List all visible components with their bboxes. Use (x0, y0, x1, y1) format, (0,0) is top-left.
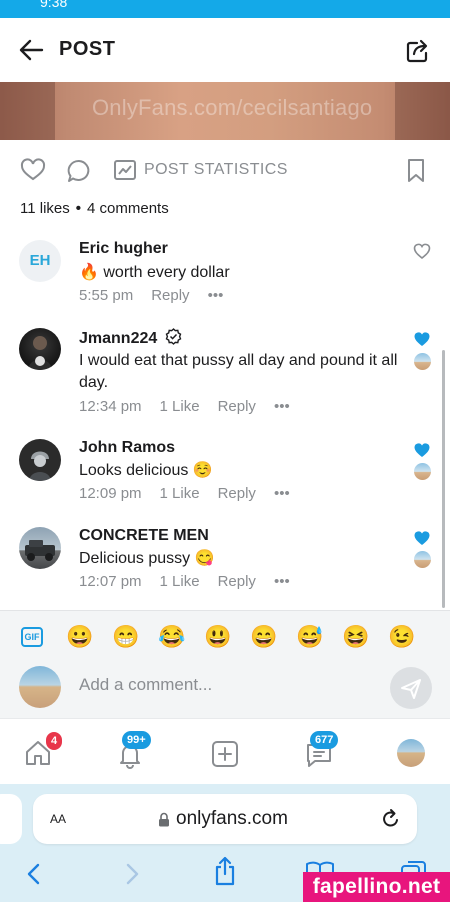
status-bar: 9:38 (0, 0, 450, 18)
avatar-figure-icon (28, 336, 52, 370)
site-watermark: fapellino.net (303, 872, 450, 902)
profile-avatar[interactable] (397, 739, 425, 767)
url-text[interactable]: onlyfans.com (176, 808, 288, 830)
reply-button[interactable]: Reply (218, 485, 256, 502)
statistics-icon[interactable] (113, 159, 137, 181)
emoji-button[interactable]: 😄 (250, 624, 277, 650)
comment-author[interactable]: CONCRETE MEN (79, 527, 209, 545)
share-icon[interactable] (404, 37, 432, 65)
comments-count[interactable]: 4 comments (87, 200, 169, 217)
post-actions: POST STATISTICS (0, 140, 450, 198)
media-edge-shadow (395, 82, 450, 140)
emoji-button[interactable]: 😅 (296, 624, 323, 650)
heart-filled-icon[interactable] (413, 441, 431, 459)
comment-icon[interactable] (66, 158, 92, 184)
heart-outline-icon[interactable] (413, 242, 431, 260)
more-options-icon[interactable]: ••• (274, 573, 290, 590)
comment-time: 12:34 pm (79, 398, 142, 415)
comment-text: Delicious pussy 😋 (79, 550, 215, 567)
emoji-button[interactable]: 😆 (342, 624, 369, 650)
truck-icon (25, 540, 55, 561)
messages-badge: 677 (310, 731, 339, 749)
comment-time: 5:55 pm (79, 287, 134, 304)
avatar[interactable] (19, 527, 61, 569)
arrow-left-icon[interactable] (18, 38, 44, 62)
heart-filled-icon[interactable] (413, 529, 431, 547)
emoji-button[interactable]: 😉 (388, 624, 415, 650)
emoji-button[interactable]: 😀 (66, 624, 93, 650)
comment-author-name: Jmann224 (79, 330, 158, 347)
browser-share-icon[interactable] (213, 856, 237, 886)
comment-time: 12:07 pm (79, 573, 142, 590)
previous-tab-preview[interactable] (0, 794, 22, 844)
creator-like-avatar (414, 551, 431, 568)
add-post-icon[interactable] (211, 740, 239, 768)
avatar[interactable] (19, 439, 61, 481)
comment-input[interactable]: Add a comment... (79, 675, 212, 695)
media-edge-shadow (0, 82, 55, 140)
heart-icon[interactable] (20, 158, 46, 182)
more-options-icon[interactable]: ••• (274, 398, 290, 415)
comment-composer: Add a comment... (0, 664, 450, 718)
comment-time: 12:09 pm (79, 485, 142, 502)
text-size-button[interactable]: AA (50, 810, 66, 828)
browser-back-icon[interactable] (24, 862, 44, 886)
more-options-icon[interactable]: ••• (274, 485, 290, 502)
emoji-button[interactable]: 😂 (158, 624, 185, 650)
comment-likes[interactable]: 1 Like (160, 398, 200, 415)
comment-text: Looks delicious ☺️ (79, 462, 213, 479)
comment-likes[interactable]: 1 Like (160, 573, 200, 590)
address-bar[interactable]: AA onlyfans.com (33, 794, 417, 844)
post-statistics-button[interactable]: POST STATISTICS (144, 161, 288, 179)
heart-filled-icon[interactable] (413, 330, 431, 348)
emoji-bar: GIF 😀 😁 😂 😃 😄 😅 😆 😉 (0, 610, 450, 664)
comment-meta: 5:55 pm Reply ••• (79, 287, 241, 304)
comment-author[interactable]: John Ramos (79, 439, 175, 457)
creator-like-avatar (414, 463, 431, 480)
comment-likes[interactable]: 1 Like (160, 485, 200, 502)
verified-icon (165, 328, 182, 345)
text-size-label: AA (50, 812, 67, 826)
bottom-tab-bar: 4 99+ 677 (0, 718, 450, 784)
status-time: 9:38 (40, 0, 68, 10)
emoji-button[interactable]: 😁 (112, 624, 139, 650)
creator-like-avatar (414, 353, 431, 370)
comment-meta: 12:09 pm 1 Like Reply ••• (79, 485, 308, 502)
comment-meta: 12:34 pm 1 Like Reply ••• (79, 398, 308, 415)
avatar-figure-icon (29, 451, 51, 481)
browser-forward-icon[interactable] (122, 862, 142, 886)
reply-button[interactable]: Reply (151, 287, 189, 304)
bookmark-icon[interactable] (406, 158, 426, 184)
gif-button[interactable]: GIF (21, 627, 43, 647)
scrollbar[interactable] (442, 350, 445, 608)
page-title: POST (59, 38, 116, 60)
avatar[interactable]: EH (19, 240, 61, 282)
notifications-count-badge: 99+ (122, 731, 151, 749)
comment-text: 🔥 worth every dollar (79, 264, 230, 281)
more-options-icon[interactable]: ••• (208, 287, 224, 304)
comment-text: I would eat that pussy all day and pound… (79, 352, 398, 391)
reply-button[interactable]: Reply (218, 573, 256, 590)
comment-author[interactable]: Eric hugher (79, 240, 168, 258)
post-media[interactable]: OnlyFans.com/cecilsantiago (0, 82, 450, 140)
lock-icon (159, 812, 169, 827)
emoji-button[interactable]: 😃 (204, 624, 231, 650)
reload-icon[interactable] (381, 808, 401, 830)
app-header: POST (0, 18, 450, 82)
user-avatar[interactable] (19, 666, 61, 708)
avatar[interactable] (19, 328, 61, 370)
post-counts: 11 likes • 4 comments (20, 200, 169, 217)
media-watermark: OnlyFans.com/cecilsantiago (92, 95, 373, 120)
comment-author[interactable]: Jmann224 (79, 328, 182, 348)
comment-meta: 12:07 pm 1 Like Reply ••• (79, 573, 308, 590)
notifications-badge: 4 (46, 732, 63, 750)
count-separator: • (75, 200, 82, 217)
likes-count[interactable]: 11 likes (20, 200, 70, 217)
send-icon (401, 679, 421, 699)
reply-button[interactable]: Reply (218, 398, 256, 415)
send-button[interactable] (390, 667, 432, 709)
